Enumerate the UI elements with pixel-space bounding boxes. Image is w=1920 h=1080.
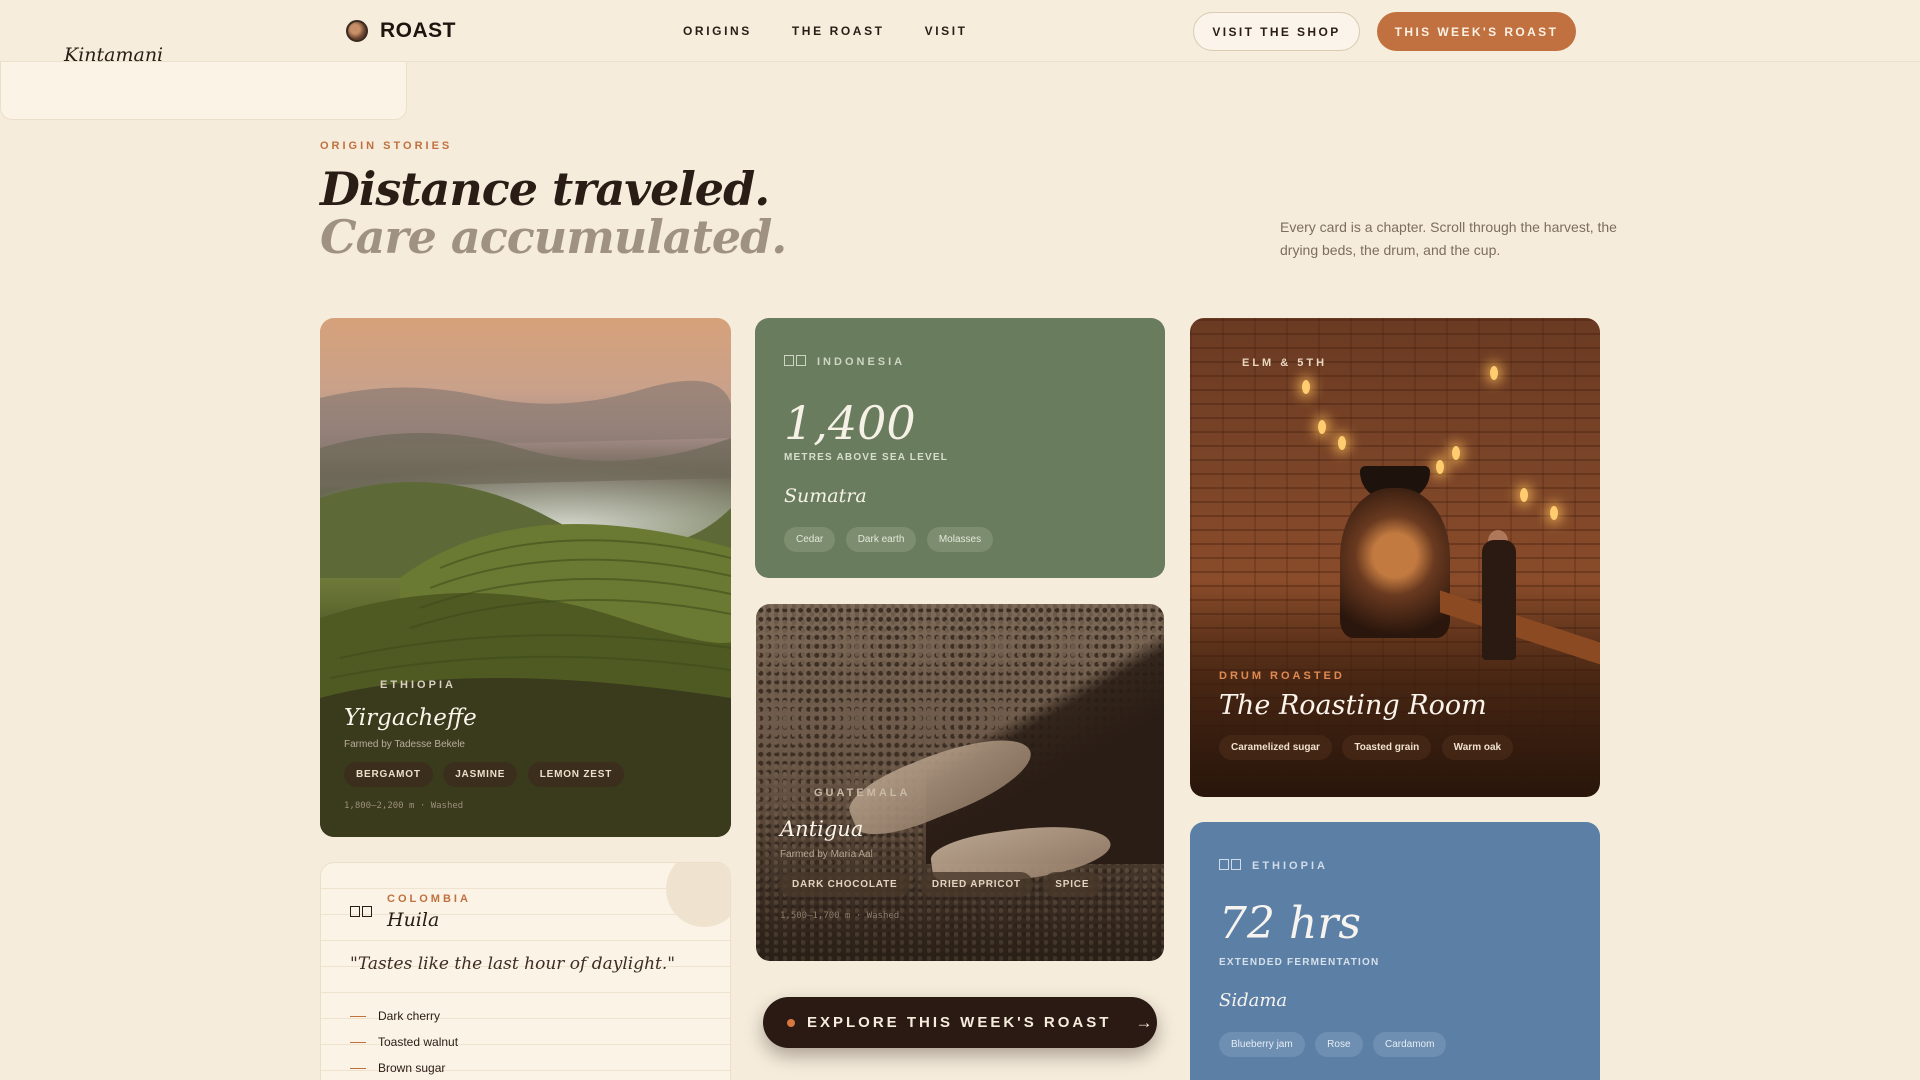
tasting-note-label: Toasted walnut: [378, 1035, 459, 1049]
dash-icon: [350, 1015, 366, 1017]
cta-label: EXPLORE THIS WEEK'S ROAST: [807, 1014, 1112, 1031]
status-dot-icon: [787, 1018, 795, 1027]
roasting-room-location-label: ELM & 5TH: [1242, 357, 1328, 369]
tasting-note-pill: Blueberry jam: [1219, 1032, 1305, 1057]
sumatra-stat: 1,400: [784, 396, 916, 450]
sidama-stat: 72 hrs: [1219, 898, 1361, 949]
sumatra-origin: INDONESIA: [817, 356, 906, 368]
sumatra-stat-label: METRES ABOVE SEA LEVEL: [784, 452, 949, 463]
sumatra-title: Sumatra: [784, 485, 867, 507]
hero-eyebrow: ORIGIN STORIES: [320, 140, 453, 152]
tasting-note-pill: SPICE: [1043, 872, 1102, 897]
tasting-note-pill: Caramelized sugar: [1219, 735, 1332, 760]
explore-weeks-roast-button[interactable]: EXPLORE THIS WEEK'S ROAST →: [763, 997, 1157, 1048]
light-bulb-icon: [1338, 436, 1346, 450]
yirgacheffe-meta: 1,800–2,200 m · Washed: [344, 801, 464, 811]
roasting-room-notes: Caramelized sugar Toasted grain Warm oak: [1219, 735, 1579, 760]
origin-icon: [1219, 857, 1243, 875]
nav-link-the-roast[interactable]: THE ROAST: [792, 24, 885, 38]
visit-shop-button[interactable]: VISIT THE SHOP: [1193, 12, 1360, 51]
yirgacheffe-content: ETHIOPIA Yirgacheffe Farmed by Tadesse B…: [344, 679, 704, 811]
antigua-meta: 1,500–1,700 m · Washed: [780, 911, 900, 921]
tasting-note-pill: DARK CHOCOLATE: [780, 872, 910, 897]
light-bulb-icon: [1318, 420, 1326, 434]
card-sumatra[interactable]: INDONESIA 1,400 METRES ABOVE SEA LEVEL S…: [755, 318, 1165, 578]
tasting-note-pill: DRIED APRICOT: [919, 872, 1033, 897]
tasting-note-label: Brown sugar: [378, 1061, 446, 1075]
brand-name: ROAST: [380, 19, 456, 42]
sidama-title: Sidama: [1219, 990, 1288, 1011]
tasting-note-pill: Dark earth: [845, 527, 917, 552]
huila-notes: Dark cherry Toasted walnut Brown sugar: [350, 1003, 458, 1080]
kintamani-title: Kintamani: [64, 44, 164, 66]
tasting-note-pill: JASMINE: [443, 762, 518, 787]
antigua-content: GUATEMALA Antigua Farmed by María Aal DA…: [780, 787, 1140, 921]
tasting-note-pill: LEMON ZEST: [527, 762, 625, 787]
roasting-room-content: DRUM ROASTED The Roasting Room Carameliz…: [1219, 670, 1579, 760]
dash-icon: [350, 1067, 366, 1069]
tasting-note: Dark cherry: [350, 1003, 458, 1029]
light-bulb-icon: [1520, 488, 1528, 502]
yirgacheffe-title: Yirgacheffe: [344, 705, 477, 731]
decorative-circle: [666, 863, 730, 927]
brand[interactable]: ROAST: [346, 19, 456, 43]
antigua-origin: GUATEMALA: [814, 787, 911, 799]
roasting-room-eyebrow: DRUM ROASTED: [1219, 670, 1345, 682]
tasting-note-pill: Warm oak: [1441, 735, 1514, 760]
hero-description: Every card is a chapter. Scroll through …: [1280, 219, 1617, 258]
yirgacheffe-farmer: Farmed by Tadesse Bekele: [344, 739, 465, 750]
roasting-room-location: ELM & 5TH: [1242, 353, 1327, 371]
photo-counter: [1440, 590, 1600, 668]
dash-icon: [350, 1041, 366, 1043]
roaster-drum: [1340, 488, 1450, 638]
sidama-origin: ETHIOPIA: [1252, 860, 1328, 872]
tasting-note-pill: Toasted grain: [1342, 735, 1432, 760]
yirgacheffe-origin: ETHIOPIA: [380, 679, 456, 691]
origin-icon: [784, 353, 808, 371]
sumatra-notes: Cedar Dark earth Molasses: [784, 527, 999, 552]
hero-title-line-2: Care accumulated.: [320, 210, 787, 264]
tasting-note-pill: Molasses: [926, 527, 994, 552]
tasting-note-label: Dark cherry: [378, 1009, 441, 1023]
huila-origin: COLOMBIA: [387, 893, 471, 905]
top-nav: ROAST ORIGINS THE ROAST VISIT VISIT THE …: [0, 0, 1920, 62]
light-bulb-icon: [1550, 506, 1558, 520]
arrow-right-icon: →: [1135, 1012, 1153, 1032]
origin-icon: [350, 904, 374, 922]
sumatra-header: INDONESIA: [784, 353, 905, 371]
yirgacheffe-notes: BERGAMOT JASMINE LEMON ZEST: [344, 762, 704, 787]
this-weeks-roast-button[interactable]: THIS WEEK'S ROAST: [1377, 12, 1576, 51]
tasting-note: Toasted walnut: [350, 1029, 458, 1055]
antigua-farmer: Farmed by María Aal: [780, 849, 873, 860]
antigua-title: Antigua: [780, 817, 864, 841]
light-bulb-icon: [1490, 366, 1498, 380]
card-yirgacheffe[interactable]: ETHIOPIA Yirgacheffe Farmed by Tadesse B…: [320, 318, 731, 837]
roasting-room-title: The Roasting Room: [1219, 690, 1487, 721]
light-bulb-icon: [1452, 446, 1460, 460]
tasting-note-pill: Cedar: [784, 527, 836, 552]
nav-links: ORIGINS THE ROAST VISIT: [683, 24, 968, 38]
tasting-note-pill: Cardamom: [1372, 1032, 1447, 1057]
tasting-note-pill: Rose: [1315, 1032, 1363, 1057]
card-huila[interactable]: COLOMBIA Huila "Tastes like the last hou…: [320, 862, 731, 1080]
sidama-notes: Blueberry jam Rose Cardamom: [1219, 1032, 1452, 1057]
nav-link-origins[interactable]: ORIGINS: [683, 24, 752, 38]
light-bulb-icon: [1436, 460, 1444, 474]
light-bulb-icon: [1302, 380, 1310, 394]
card-antigua[interactable]: GUATEMALA Antigua Farmed by María Aal DA…: [756, 604, 1164, 961]
photo-person: [1482, 540, 1516, 660]
sidama-header: ETHIOPIA: [1219, 857, 1328, 875]
card-roasting-room[interactable]: ELM & 5TH DRUM ROASTED The Roasting Room…: [1190, 318, 1600, 797]
tasting-note-pill: BERGAMOT: [344, 762, 433, 787]
antigua-notes: DARK CHOCOLATE DRIED APRICOT SPICE: [780, 872, 1140, 897]
card-sidama[interactable]: ETHIOPIA 72 hrs EXTENDED FERMENTATION Si…: [1190, 822, 1600, 1080]
brand-logo-icon: [346, 20, 368, 42]
huila-title: Huila: [387, 909, 440, 931]
tasting-note: Brown sugar: [350, 1055, 458, 1080]
nav-link-visit[interactable]: VISIT: [925, 24, 968, 38]
hero-title-line-1: Distance traveled.: [320, 162, 770, 216]
sidama-stat-label: EXTENDED FERMENTATION: [1219, 957, 1380, 968]
huila-quote: "Tastes like the last hour of daylight.": [350, 954, 676, 974]
